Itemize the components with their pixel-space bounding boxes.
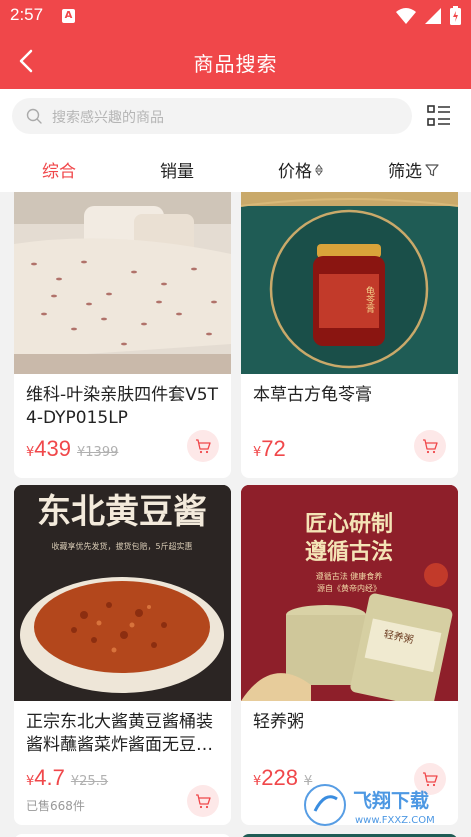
watermark-text: 飞翔下载 <box>353 789 429 812</box>
status-icons <box>396 6 461 25</box>
original-price: ¥1399 <box>77 445 119 460</box>
tab-label: 综合 <box>42 162 76 182</box>
sort-icon <box>315 163 323 176</box>
product-title: 轻养粥 <box>253 712 304 732</box>
bedding-image <box>14 192 231 374</box>
tab-comprehensive[interactable]: 综合 <box>42 157 76 182</box>
cart-icon <box>196 439 211 454</box>
tab-label: 销量 <box>160 162 194 182</box>
product-title: 维科-叶染亲肤四件套V5T4-DYP015LP <box>26 385 218 428</box>
price-value: 72 <box>261 436 286 461</box>
search-placeholder: 搜索感兴趣的商品 <box>52 110 164 126</box>
add-to-cart-button[interactable] <box>187 785 219 817</box>
sort-tabs: 综合 销量 价格 筛选 <box>0 145 471 192</box>
product-image: 东北黄豆酱 收藏享优先发货，拔货包赔，5斤超实惠 <box>14 485 231 701</box>
tea-title-2: 遵循古法 <box>305 539 393 565</box>
layout-toggle-button[interactable] <box>427 104 451 132</box>
add-to-cart-button[interactable] <box>187 430 219 462</box>
product-grid: 维科-叶染亲肤四件套V5T4-DYP015LP ¥439 ¥1399 龟苓膏 本… <box>0 192 471 837</box>
product-card[interactable]: 东北黄豆酱 收藏享优先发货，拔货包赔，5斤超实惠 正宗东北大酱黄豆酱桶装酱料蘸酱… <box>14 485 231 825</box>
signal-icon <box>425 7 441 24</box>
tab-price[interactable]: 价格 <box>278 157 323 182</box>
product-image: 龟苓膏 <box>241 192 458 374</box>
product-title: 正宗东北大酱黄豆酱桶装酱料蘸酱菜炸酱面无豆… <box>26 712 213 755</box>
search-icon <box>26 108 42 124</box>
product-card[interactable]: 匠心研制 遵循古法 遵循古法 健康食养 源自《黄帝内经》 轻养粥 轻养粥 ¥22… <box>241 485 458 825</box>
status-bar: 2:57 A <box>0 0 471 34</box>
product-title: 本草古方龟苓膏 <box>253 385 372 405</box>
original-price: ¥25.5 <box>70 774 109 789</box>
nav-bar: 商品搜索 <box>0 34 471 89</box>
product-price: ¥72 <box>253 436 286 462</box>
watermark-url: www.FXXZ.COM <box>355 815 435 826</box>
sauce-title: 东北黄豆酱 <box>37 492 207 532</box>
battery-icon <box>450 6 461 25</box>
price-value: 4.7 <box>34 765 65 790</box>
notification-icon: A <box>62 9 75 23</box>
cart-icon <box>196 794 211 809</box>
product-card[interactable]: 维科-叶染亲肤四件套V5T4-DYP015LP ¥439 ¥1399 <box>14 192 231 478</box>
tab-filter[interactable]: 筛选 <box>388 157 439 182</box>
tab-label: 价格 <box>278 162 312 182</box>
tea-subtitle-1: 遵循古法 健康食养 <box>316 571 383 581</box>
tab-sales[interactable]: 销量 <box>160 157 194 182</box>
cart-icon <box>423 439 438 454</box>
price-value: 228 <box>261 765 298 790</box>
jar-label: 龟苓膏 <box>364 285 375 313</box>
search-input[interactable]: 搜索感兴趣的商品 <box>12 98 412 134</box>
tea-title-1: 匠心研制 <box>305 511 393 537</box>
search-row: 搜索感兴趣的商品 <box>0 89 471 145</box>
price-value: 439 <box>34 436 71 461</box>
wifi-icon <box>396 7 416 24</box>
product-image: 匠心研制 遵循古法 遵循古法 健康食养 源自《黄帝内经》 轻养粥 <box>241 485 458 701</box>
product-image <box>14 192 231 374</box>
sauce-image: 东北黄豆酱 收藏享优先发货，拔货包赔，5斤超实惠 <box>14 485 231 701</box>
add-to-cart-button[interactable] <box>414 430 446 462</box>
product-price: ¥4.7 ¥25.5 <box>26 765 108 791</box>
tea-can-image: 匠心研制 遵循古法 遵循古法 健康食养 源自《黄帝内经》 轻养粥 <box>241 485 458 701</box>
filter-icon <box>425 163 439 176</box>
status-time: 2:57 <box>10 5 44 24</box>
jar-image: 龟苓膏 <box>241 192 458 374</box>
tea-subtitle-2: 源自《黄帝内经》 <box>317 583 381 593</box>
sauce-subtitle: 收藏享优先发货，拔货包赔，5斤超实惠 <box>51 541 192 551</box>
product-card[interactable]: 龟苓膏 本草古方龟苓膏 ¥72 <box>241 192 458 478</box>
list-view-icon <box>427 105 450 126</box>
watermark-logo: 飞翔下载 www.FXXZ.COM <box>304 784 435 826</box>
product-price: ¥439 ¥1399 <box>26 436 118 462</box>
sold-count: 已售668件 <box>26 799 85 813</box>
page-title: 商品搜索 <box>193 52 278 76</box>
tab-label: 筛选 <box>388 162 422 182</box>
